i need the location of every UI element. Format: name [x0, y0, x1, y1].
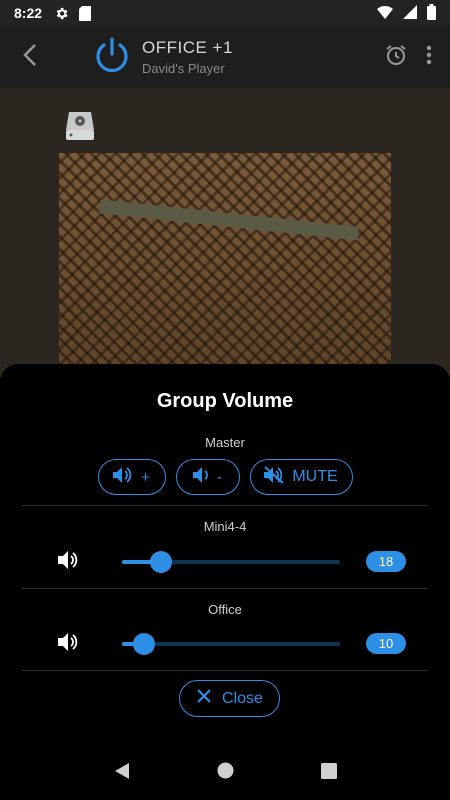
power-icon: [93, 36, 131, 79]
volume-low-icon: [193, 466, 209, 488]
volume-down-button[interactable]: -: [175, 459, 240, 495]
group-volume-sheet: Group Volume Master + - MUTE Mini4-4 18 …: [0, 364, 450, 800]
nav-recents-icon[interactable]: [320, 762, 337, 784]
divider: [22, 505, 428, 506]
power-button[interactable]: [92, 36, 132, 79]
media-server-icon: [63, 108, 97, 147]
settings-icon: [54, 6, 69, 21]
master-label: Master: [205, 435, 245, 450]
back-icon: [23, 43, 37, 72]
close-label: Close: [222, 689, 263, 707]
status-bar: 8:22: [0, 0, 450, 26]
mute-label: MUTE: [292, 468, 338, 485]
album-art: [59, 153, 391, 378]
nav-home-icon[interactable]: [217, 762, 234, 784]
app-bar: OFFICE +1 David's Player: [0, 26, 450, 88]
slider-thumb[interactable]: [150, 551, 173, 573]
close-button[interactable]: Close: [179, 680, 280, 717]
volume-off-icon: [264, 465, 284, 489]
speaker-icon: [58, 632, 80, 657]
zone-volume-row-office: 10: [0, 628, 450, 658]
status-time: 8:22: [14, 5, 43, 21]
slider-thumb[interactable]: [132, 633, 155, 655]
zone-volume-row-mini4-4: 18: [0, 546, 450, 576]
zone-title: OFFICE +1: [142, 38, 233, 57]
volume-up-label: +: [141, 468, 150, 486]
volume-up-button[interactable]: +: [97, 459, 166, 495]
divider: [22, 588, 428, 589]
zone-name-office: Office: [208, 602, 242, 617]
sheet-title: Group Volume: [156, 390, 294, 412]
more-vert-icon[interactable]: [426, 45, 432, 70]
master-controls: + - MUTE: [0, 459, 450, 495]
system-nav-bar: [0, 746, 450, 800]
back-button[interactable]: [0, 26, 60, 88]
volume-value-badge: 10: [366, 633, 406, 654]
wifi-icon: [377, 5, 393, 22]
zone-volume-slider[interactable]: [122, 633, 340, 655]
close-icon: [196, 688, 212, 709]
speaker-icon: [58, 550, 80, 575]
nav-back-icon[interactable]: [114, 762, 130, 785]
alarm-icon[interactable]: [384, 43, 408, 72]
sd-card-icon: [79, 5, 92, 21]
signal-icon: [403, 4, 417, 22]
volume-down-label: -: [217, 468, 222, 486]
volume-icon: [113, 466, 133, 488]
battery-icon: [427, 3, 436, 23]
player-name: David's Player: [142, 61, 225, 76]
zone-name-mini4-4: Mini4-4: [203, 519, 247, 534]
mute-button[interactable]: MUTE: [249, 459, 353, 495]
zone-volume-slider[interactable]: [122, 551, 340, 573]
volume-value-badge: 18: [366, 551, 406, 572]
divider: [22, 670, 428, 671]
